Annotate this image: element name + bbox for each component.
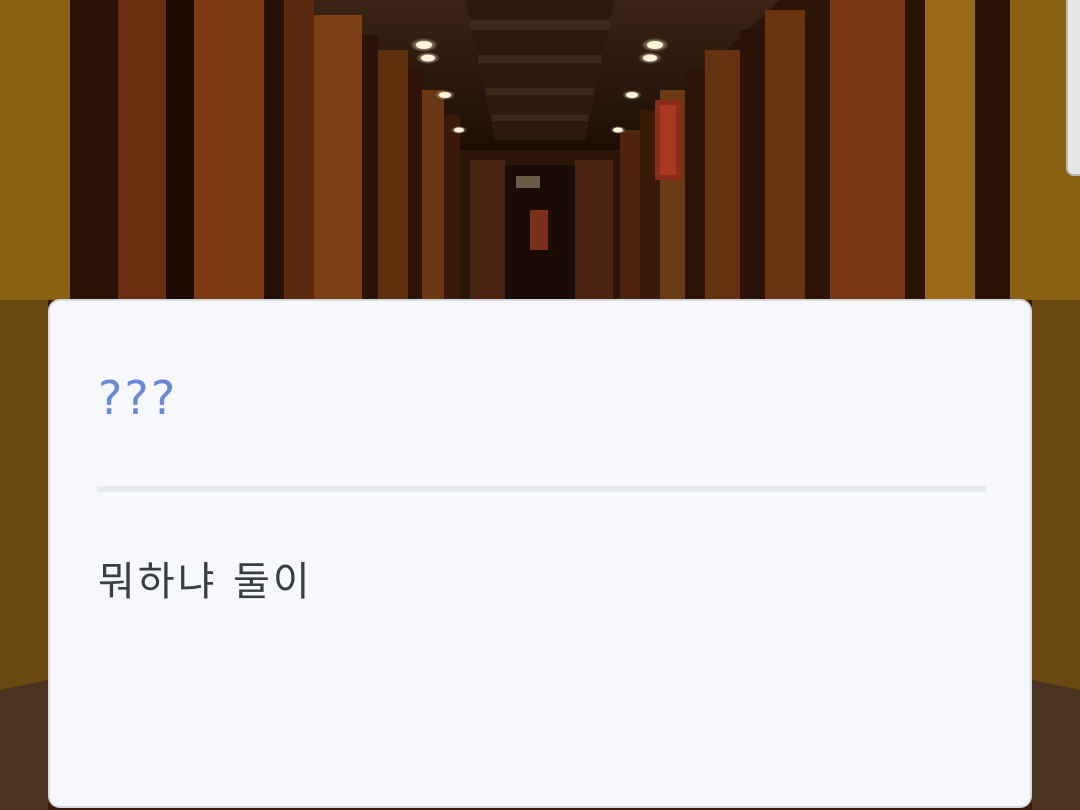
dialogue-divider [97,486,986,492]
scroll-handle[interactable] [1066,0,1080,176]
dialogue-box[interactable]: ??? 뭐하냐 둘이 [48,299,1032,808]
dialogue-text: 뭐하냐 둘이 [98,559,313,605]
speaker-name: ??? [98,371,178,425]
